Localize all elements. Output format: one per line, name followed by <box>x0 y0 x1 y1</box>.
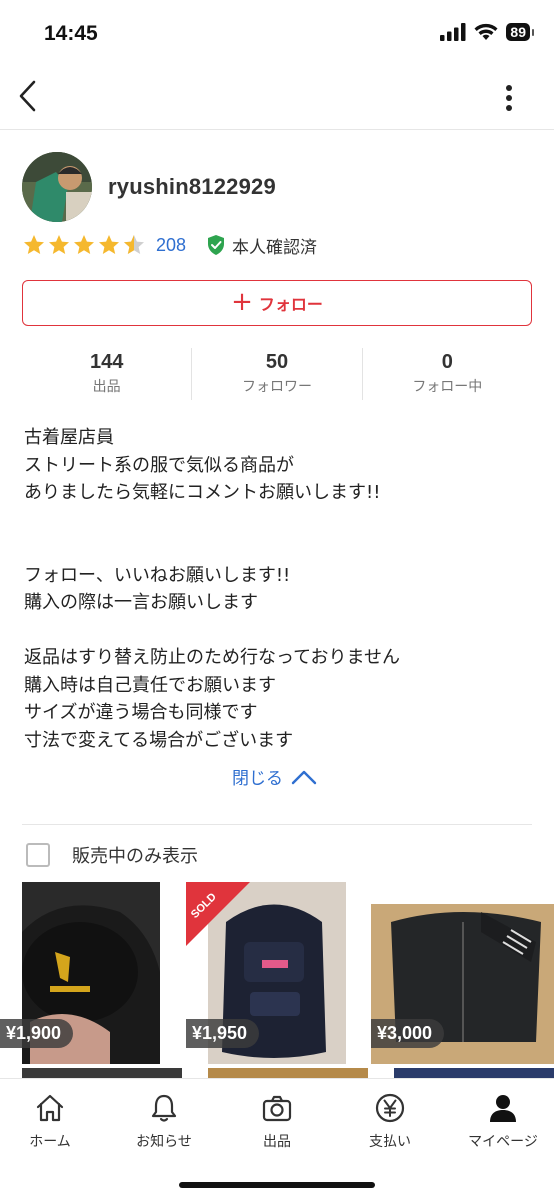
collapse-bio-button[interactable]: 閉じる <box>232 764 317 789</box>
item-price: ¥1,900 <box>0 1019 74 1048</box>
item-grid: ¥1,900 SOLD ¥1,950 ¥3,000 <box>0 882 554 1088</box>
rating-stars <box>22 233 146 257</box>
person-icon <box>490 1095 516 1122</box>
item-price: ¥3,000 <box>371 1019 445 1048</box>
stat-label: 出品 <box>92 379 121 395</box>
chevron-up-icon <box>291 770 317 784</box>
bio-line: サイズが違う場合も同様です <box>24 702 258 723</box>
sold-ribbon: SOLD <box>186 882 250 946</box>
stat-label: フォロー中 <box>412 379 483 395</box>
bio-line: 返品はすり替え防止のため行なっておりません <box>24 647 401 668</box>
yen-icon <box>375 1093 405 1123</box>
bio-line: ストリート系の服で気似る商品が <box>24 454 294 476</box>
stat-value: 0 <box>441 351 453 373</box>
stat-label: フォロワー <box>241 379 312 395</box>
status-bar: 14:45 89 <box>0 0 554 64</box>
bio-line: 購入の際は一言お願いします <box>24 592 258 613</box>
tab-payment[interactable]: 支払い <box>335 1091 445 1151</box>
battery-indicator: 89 <box>506 23 534 41</box>
on-sale-checkbox[interactable] <box>26 843 50 867</box>
bio-line: 寸法で変えてる場合がございます <box>24 729 294 751</box>
bio-line: ありましたら気軽にコメントお願いします!! <box>24 482 381 503</box>
nav-bar <box>0 64 554 130</box>
rating-row[interactable]: 208 本人確認済 <box>22 231 317 259</box>
signal-icon <box>440 23 466 41</box>
bell-icon <box>151 1094 177 1122</box>
item-card[interactable]: SOLD ¥1,950 <box>186 882 362 1064</box>
bio-line <box>24 617 534 645</box>
profile-bio: 古着屋店員 ストリート系の服で気似る商品が ありましたら気軽にコメントお願いしま… <box>24 424 534 754</box>
tab-notifications[interactable]: お知らせ <box>109 1091 219 1151</box>
bio-line <box>24 534 534 562</box>
item-card[interactable]: ¥3,000 <box>371 882 554 1064</box>
chevron-left-icon <box>19 80 36 112</box>
back-button[interactable] <box>14 78 44 114</box>
plus-icon: + <box>231 287 253 317</box>
wifi-icon <box>474 23 498 40</box>
tab-sell[interactable]: 出品 <box>222 1091 332 1151</box>
stat-value: 50 <box>265 351 289 373</box>
stat-followers[interactable]: 50 フォロワー <box>192 348 363 400</box>
more-options-button[interactable] <box>502 84 516 112</box>
star-full-icon <box>74 235 94 254</box>
review-count[interactable]: 208 <box>156 235 186 256</box>
on-sale-filter[interactable]: 販売中のみ表示 <box>26 842 198 868</box>
collapse-label: 閉じる <box>232 769 283 789</box>
avatar[interactable] <box>22 152 92 222</box>
bottom-tab-bar: ホーム お知らせ 出品 支払い マイページ <box>0 1078 554 1200</box>
tab-home[interactable]: ホーム <box>0 1091 105 1151</box>
bio-line: 購入時は自己責任でお願います <box>24 674 276 696</box>
tab-label: ホーム <box>29 1134 71 1150</box>
follow-button[interactable]: + フォロー <box>22 280 532 326</box>
section-divider <box>22 824 532 825</box>
star-half-icon <box>124 235 144 254</box>
star-full-icon <box>24 235 44 254</box>
tab-label: マイページ <box>468 1134 538 1150</box>
username: ryushin8122929 <box>108 174 276 199</box>
star-full-icon <box>99 235 119 254</box>
verified-label: 本人確認済 <box>232 237 318 258</box>
tab-mypage[interactable]: マイページ <box>448 1091 554 1151</box>
bio-line: 古着屋店員 <box>24 427 114 448</box>
home-icon <box>36 1094 64 1122</box>
tab-label: お知らせ <box>136 1134 192 1150</box>
camera-icon <box>262 1095 292 1122</box>
verified-badge: 本人確認済 <box>206 233 317 258</box>
follow-label: フォロー <box>258 295 323 314</box>
shield-check-icon <box>208 235 225 255</box>
status-time: 14:45 <box>44 22 98 45</box>
profile-header: ryushin8122929 <box>22 152 276 222</box>
stat-value: 144 <box>89 351 124 373</box>
filter-label: 販売中のみ表示 <box>72 846 198 867</box>
profile-stats: 144 出品 50 フォロワー 0 フォロー中 <box>22 348 532 400</box>
status-icons: 89 <box>440 23 534 41</box>
stat-following[interactable]: 0 フォロー中 <box>363 348 532 400</box>
bio-line: フォロー、いいねお願いします!! <box>24 564 291 586</box>
bio-line <box>24 507 534 535</box>
item-card[interactable]: ¥1,900 <box>0 882 176 1064</box>
tab-label: 支払い <box>369 1134 411 1150</box>
stat-listings[interactable]: 144 出品 <box>22 348 193 400</box>
star-full-icon <box>49 235 69 254</box>
tab-label: 出品 <box>263 1134 291 1150</box>
more-vertical-icon <box>506 85 512 111</box>
item-price: ¥1,950 <box>186 1019 260 1048</box>
home-indicator <box>179 1182 375 1188</box>
